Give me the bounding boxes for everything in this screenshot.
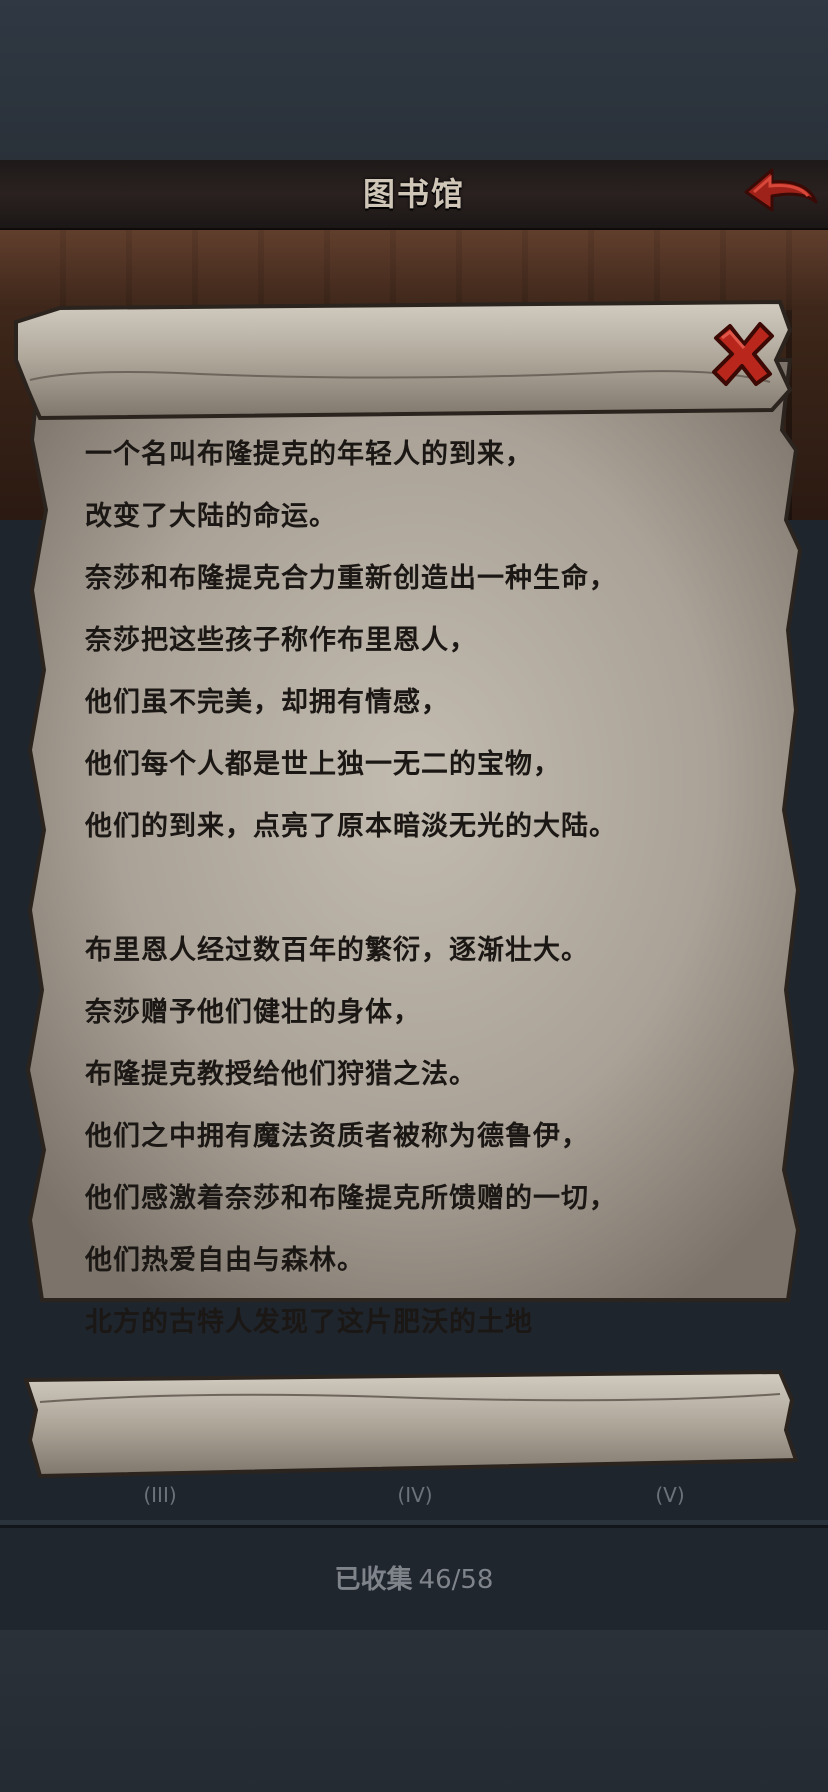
title-bar: 图书馆 bbox=[0, 160, 828, 230]
scroll-line: 奈莎把这些孩子称作布里恩人， bbox=[85, 625, 477, 656]
scroll-line: 布隆提克教授给他们狩猎之法。 bbox=[85, 1059, 477, 1090]
collected-count: 46/58 bbox=[418, 1565, 494, 1595]
scroll-line: 一个名叫布隆提克的年轻人的到来， bbox=[85, 439, 533, 470]
scroll-line: 他们的到来，点亮了原本暗淡无光的大陆。 bbox=[85, 811, 617, 842]
page-title: 图书馆 bbox=[362, 175, 465, 213]
background-top bbox=[0, 0, 828, 160]
scroll-line: 他们虽不完美，却拥有情感， bbox=[85, 687, 449, 718]
scroll-text: 一个名叫布隆提克的年轻人的到来， 改变了大陆的命运。 奈莎和布隆提克合力重新创造… bbox=[60, 420, 780, 1360]
background-bottom bbox=[0, 1630, 828, 1792]
collected-counter: 已收集 46/58 bbox=[0, 1555, 828, 1605]
scroll-line: 布里恩人经过数百年的繁衍，逐渐壮大。 bbox=[85, 935, 589, 966]
close-button[interactable] bbox=[706, 318, 778, 390]
scroll-line: 奈莎赠予他们健壮的身体， bbox=[85, 997, 421, 1028]
close-x-icon bbox=[712, 322, 774, 386]
scroll-line: 奈莎和布隆提克合力重新创造出一种生命， bbox=[85, 563, 617, 594]
back-button[interactable] bbox=[740, 162, 820, 222]
scroll-line: 他们感激着奈莎和布隆提克所馈赠的一切， bbox=[85, 1183, 617, 1214]
back-arrow-icon bbox=[744, 168, 818, 212]
scroll-line: 他们热爱自由与森林。 bbox=[85, 1245, 365, 1276]
scroll-line: 他们之中拥有魔法资质者被称为德鲁伊， bbox=[85, 1121, 589, 1152]
scroll-line: 改变了大陆的命运。 bbox=[85, 501, 337, 532]
scroll-line: 北方的古特人发现了这片肥沃的土地 bbox=[85, 1307, 533, 1338]
scroll-line: 他们每个人都是世上独一无二的宝物， bbox=[85, 749, 561, 780]
collected-label: 已收集 bbox=[334, 1565, 413, 1595]
